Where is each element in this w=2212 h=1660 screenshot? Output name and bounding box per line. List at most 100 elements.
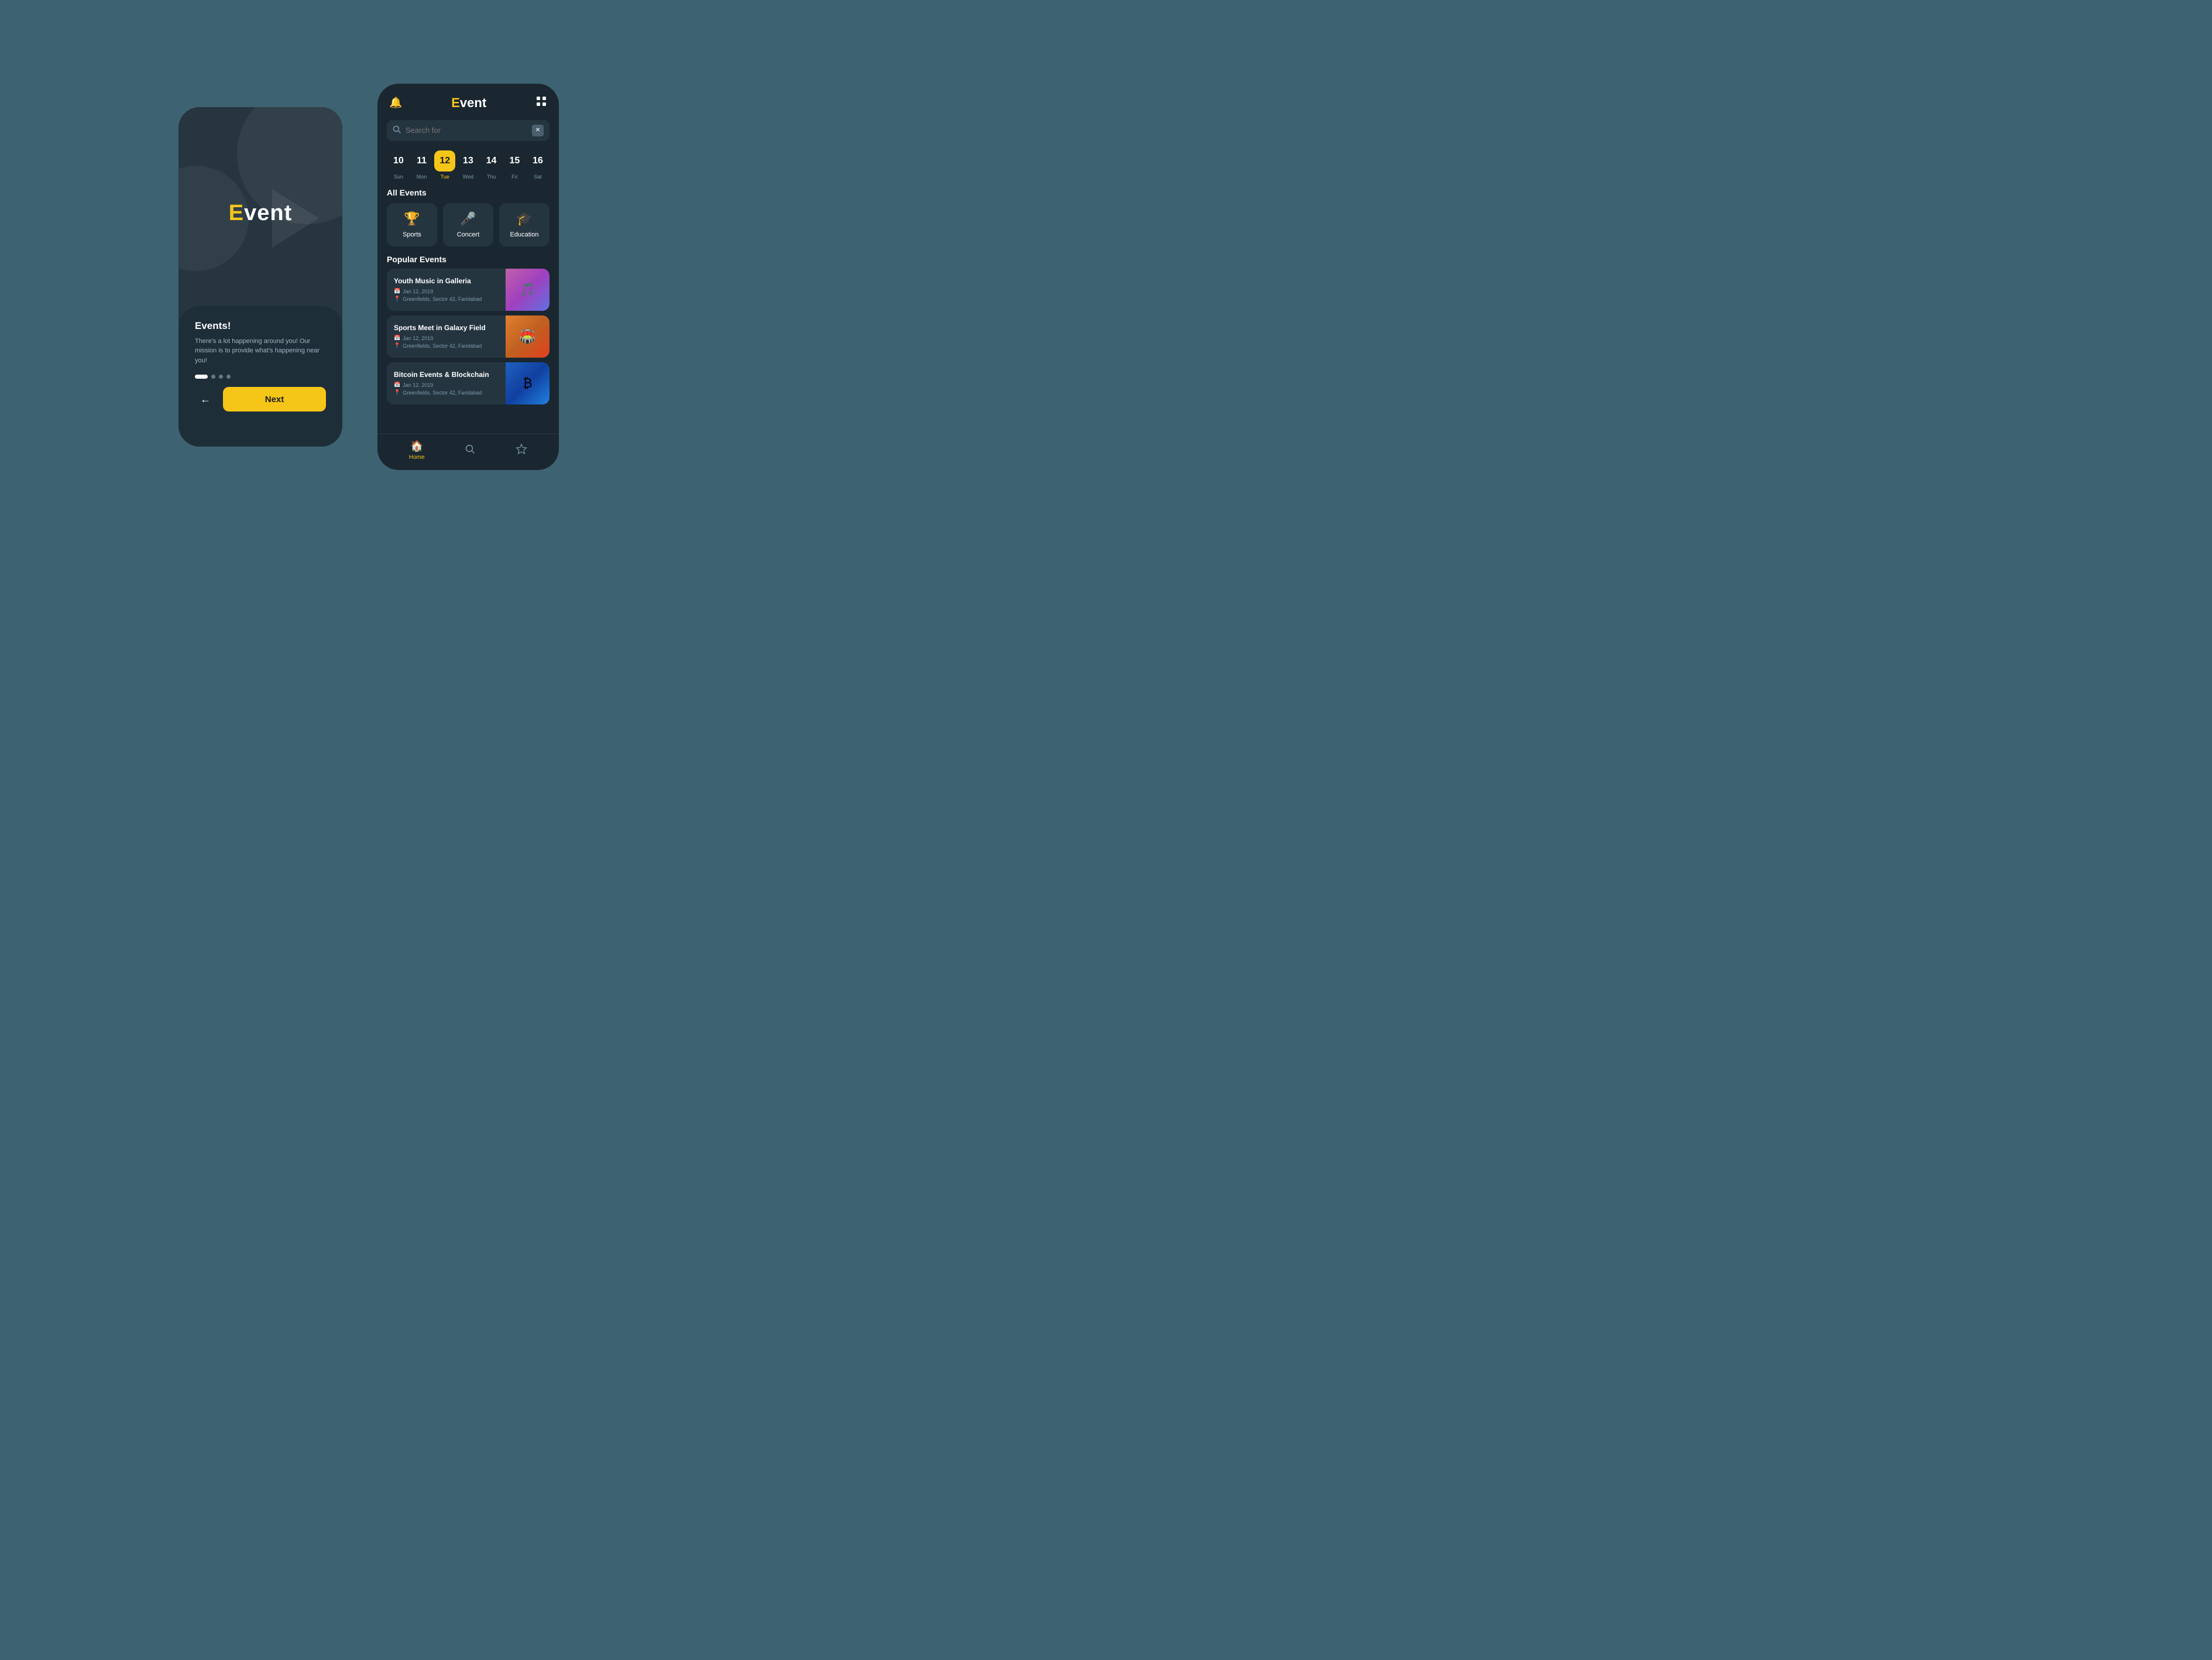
event-meta-3: 📅 Jan 12, 2019 📍 Greenfields, Sector 42,… [394,382,499,396]
cal-day-name-sun: Sun [394,174,403,180]
cal-day-sat[interactable]: 16 Sat [527,150,548,180]
app-logo-rest: vent [460,95,486,110]
app-header: 🔔 Event [377,84,559,118]
event-image-3: ₿ [506,362,549,404]
event-card-3[interactable]: Bitcoin Events & Blockchain 📅 Jan 12, 20… [387,362,549,404]
onboarding-screen: Event Events! There's a lot happening ar… [178,107,342,447]
event-date-1: 📅 Jan 12, 2019 [394,288,499,294]
event-meta-2: 📅 Jan 12, 2019 📍 Greenfields, Sector 42,… [394,335,499,349]
pagination-dots [195,375,326,379]
event-title-1: Youth Music in Galleria [394,277,499,286]
event-image-1: 🎵 [506,269,549,311]
grid-menu-icon[interactable] [535,95,547,110]
app-logo-e: E [451,95,460,110]
event-date-3: 📅 Jan 12, 2019 [394,382,499,388]
onboarding-logo: Event [178,201,342,226]
cal-day-num-14: 14 [481,150,502,172]
calendar-icon-1: 📅 [394,288,400,294]
event-date-2: 📅 Jan 12, 2019 [394,335,499,341]
event-info-3: Bitcoin Events & Blockchain 📅 Jan 12, 20… [387,362,506,404]
event-image-2: 🏟️ [506,315,549,358]
cal-day-name-wed: Wed [463,174,473,180]
logo-e-letter: E [229,201,244,225]
cal-day-name-mon: Mon [417,174,427,180]
cal-day-sun[interactable]: 10 Sun [388,150,409,180]
bell-icon[interactable]: 🔔 [389,97,402,109]
event-location-3: 📍 Greenfields, Sector 42, Faridabad [394,389,499,396]
sports-label: Sports [403,231,421,238]
dot-2 [211,375,215,379]
categories-row: 🏆 Sports 🎤 Concert 🎓 Education [377,203,559,253]
popular-events-label: Popular Events [377,253,559,269]
nav-search[interactable] [464,443,476,458]
all-events-label: All Events [377,186,559,203]
cal-day-thu[interactable]: 14 Thu [481,150,502,180]
cal-day-num-11: 11 [411,150,432,172]
dot-4 [226,375,231,379]
onboarding-bottom: Events! There's a lot happening around y… [178,306,342,447]
search-nav-icon [464,443,476,458]
event-meta-1: 📅 Jan 12, 2019 📍 Greenfields, Sector 42,… [394,288,499,302]
calendar-icon-3: 📅 [394,382,400,388]
bottom-navigation: 🏠 Home [377,434,559,470]
search-clear-button[interactable]: ✕ [532,125,544,136]
location-icon-2: 📍 [394,342,400,349]
cal-day-name-thu: Thu [487,174,496,180]
category-sports[interactable]: 🏆 Sports [387,203,437,246]
app-logo: Event [451,95,486,111]
logo-rest: vent [244,201,292,225]
search-bar[interactable]: ✕ [387,120,549,141]
cal-day-wed[interactable]: 13 Wed [458,150,479,180]
event-location-2: 📍 Greenfields, Sector 42, Faridabad [394,342,499,349]
next-button[interactable]: Next [223,387,326,411]
main-app-screen: 🔔 Event ✕ 10 Sun 11 [377,84,559,470]
home-label: Home [409,454,425,461]
cal-day-num-15: 15 [504,150,525,172]
education-label: Education [510,231,539,238]
event-img-emoji-2: 🏟️ [506,315,549,358]
onboarding-nav: ← Next [195,387,326,411]
cal-day-num-13: 13 [458,150,479,172]
calendar-strip: 10 Sun 11 Mon 12 Tue 13 Wed 14 Thu 15 Fr… [377,148,559,186]
search-input[interactable] [406,126,527,135]
event-card-2[interactable]: Sports Meet in Galaxy Field 📅 Jan 12, 20… [387,315,549,358]
cal-day-name-tue: Tue [441,174,449,180]
onboarding-logo-area: Event [178,201,342,226]
category-concert[interactable]: 🎤 Concert [443,203,493,246]
location-icon-1: 📍 [394,296,400,302]
nav-home[interactable]: 🏠 Home [409,440,425,461]
sports-icon: 🏆 [404,211,420,227]
cal-day-name-sat: Sat [534,174,542,180]
cal-day-mon[interactable]: 11 Mon [411,150,432,180]
location-icon-3: 📍 [394,389,400,396]
nav-favorites[interactable] [516,443,527,458]
home-icon: 🏠 [410,440,423,452]
cal-day-num-10: 10 [388,150,409,172]
education-icon: 🎓 [516,211,532,227]
star-icon [516,443,527,458]
cal-day-num-16: 16 [527,150,548,172]
onboarding-headline: Events! [195,320,326,332]
event-card-1[interactable]: Youth Music in Galleria 📅 Jan 12, 2019 📍… [387,269,549,311]
cal-day-tue[interactable]: 12 Tue [434,150,455,180]
cal-day-name-fri: Fri [511,174,518,180]
event-img-emoji-3: ₿ [506,362,549,404]
cal-day-fri[interactable]: 15 Fri [504,150,525,180]
event-img-emoji-1: 🎵 [506,269,549,311]
search-icon [393,125,401,135]
back-button[interactable]: ← [195,389,216,410]
concert-label: Concert [457,231,480,238]
event-title-2: Sports Meet in Galaxy Field [394,324,499,333]
dot-1 [195,375,208,379]
category-education[interactable]: 🎓 Education [499,203,549,246]
event-location-1: 📍 Greenfields, Sector 42, Faridabad [394,296,499,302]
calendar-icon-2: 📅 [394,335,400,341]
onboarding-subtext: There's a lot happening around you! Our … [195,337,326,366]
concert-icon: 🎤 [460,211,476,227]
events-list: Youth Music in Galleria 📅 Jan 12, 2019 📍… [377,269,559,404]
event-info-1: Youth Music in Galleria 📅 Jan 12, 2019 📍… [387,269,506,311]
event-title-3: Bitcoin Events & Blockchain [394,371,499,380]
dot-3 [219,375,223,379]
cal-day-num-12: 12 [434,150,455,172]
event-info-2: Sports Meet in Galaxy Field 📅 Jan 12, 20… [387,315,506,358]
